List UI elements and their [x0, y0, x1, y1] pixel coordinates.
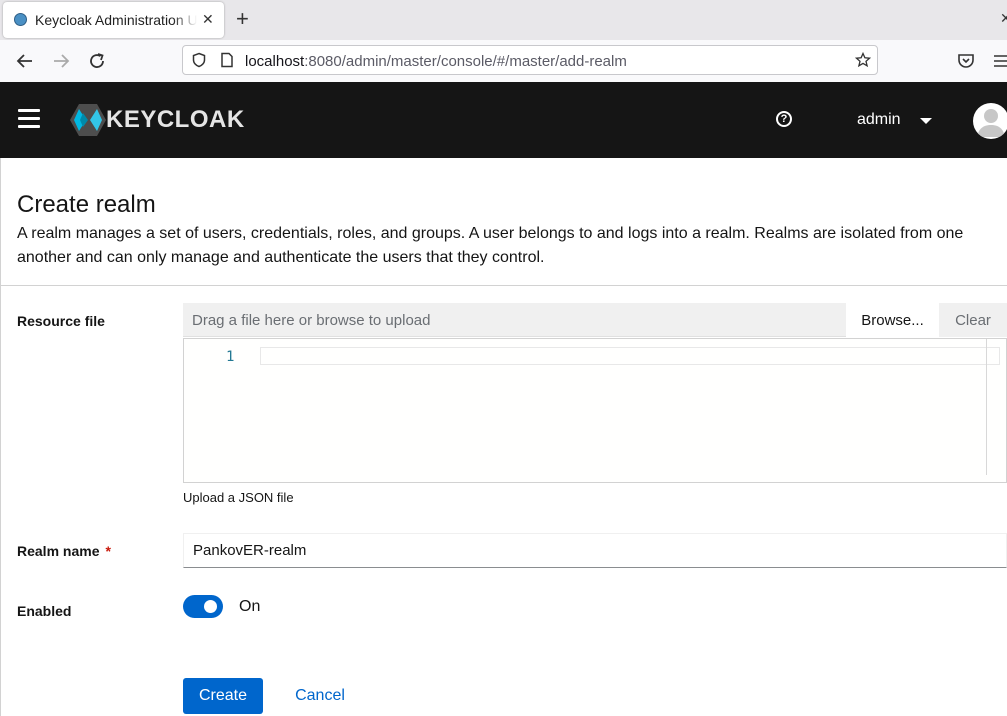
help-icon[interactable]: ?: [776, 111, 792, 127]
reload-icon[interactable]: [87, 51, 107, 71]
file-upload-placeholder: Drag a file here or browse to upload: [192, 312, 431, 329]
app-menu-icon[interactable]: [992, 51, 1007, 71]
new-tab-button[interactable]: +: [236, 6, 249, 32]
json-code-editor[interactable]: 1: [183, 338, 1007, 483]
browser-tab-bar: Keycloak Administration UI ✕ + ✕: [0, 0, 1007, 40]
keycloak-favicon-icon: [14, 13, 27, 26]
enabled-switch[interactable]: [183, 595, 223, 618]
required-marker: *: [105, 543, 111, 559]
window-close-icon[interactable]: ✕: [1000, 10, 1007, 27]
url-text: localhost:8080/admin/master/console/#/ma…: [245, 53, 627, 70]
cancel-button[interactable]: Cancel: [284, 678, 356, 714]
keycloak-masthead: KEYCLOAK ? admin: [0, 82, 1007, 158]
address-bar[interactable]: localhost:8080/admin/master/console/#/ma…: [182, 45, 878, 75]
clear-button[interactable]: Clear: [939, 303, 1007, 337]
hamburger-menu-icon[interactable]: [18, 109, 40, 129]
keycloak-logo-text: KEYCLOAK: [106, 106, 245, 133]
keycloak-logo-icon: [70, 104, 106, 136]
pocket-icon[interactable]: [956, 51, 976, 71]
upload-helper-text: Upload a JSON file: [183, 490, 294, 505]
url-path: :8080/admin/master/console/#/master/add-…: [304, 53, 627, 70]
browser-tab[interactable]: Keycloak Administration UI ✕: [3, 2, 224, 38]
file-upload: Drag a file here or browse to upload Bro…: [183, 303, 1007, 337]
page-info-icon[interactable]: [219, 52, 235, 68]
forward-arrow-icon[interactable]: [51, 51, 71, 71]
user-menu-toggle[interactable]: admin: [857, 111, 901, 129]
editor-scrollbar[interactable]: [986, 339, 987, 475]
caret-down-icon[interactable]: [920, 118, 932, 124]
file-upload-dropzone[interactable]: Drag a file here or browse to upload: [183, 303, 846, 337]
realm-name-label-text: Realm name: [17, 543, 100, 559]
editor-line-number: 1: [226, 349, 235, 365]
enabled-switch-state: On: [239, 598, 261, 615]
tab-close-icon[interactable]: ✕: [202, 11, 214, 28]
bookmark-star-icon[interactable]: [855, 52, 871, 68]
realm-name-label: Realm name *: [17, 543, 111, 559]
enabled-switch-knob: [204, 600, 217, 613]
create-button[interactable]: Create: [183, 678, 263, 714]
tab-title: Keycloak Administration UI: [35, 12, 197, 28]
url-host: localhost: [245, 53, 305, 70]
divider: [0, 285, 1007, 286]
resource-file-label: Resource file: [17, 313, 105, 329]
enabled-label: Enabled: [17, 603, 72, 619]
editor-current-line[interactable]: [260, 347, 1000, 365]
shield-icon[interactable]: [191, 52, 207, 68]
page-title: Create realm: [17, 191, 156, 218]
browse-button[interactable]: Browse...: [846, 303, 939, 337]
avatar[interactable]: [973, 103, 1007, 139]
browser-nav-bar: localhost:8080/admin/master/console/#/ma…: [0, 40, 1007, 83]
realm-name-input[interactable]: [183, 533, 1007, 568]
page-left-border: [0, 158, 1, 716]
back-arrow-icon[interactable]: [15, 51, 35, 71]
page-description: A realm manages a set of users, credenti…: [17, 225, 964, 266]
